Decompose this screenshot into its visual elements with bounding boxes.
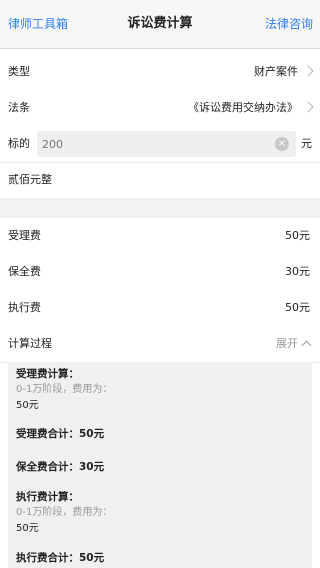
process-label: 计算过程 xyxy=(8,337,52,350)
preservation-total-block: 保全费合计：30元 xyxy=(16,459,104,475)
amount-unit: 元 xyxy=(301,137,312,150)
expand-toggle[interactable]: 展开 xyxy=(276,326,298,362)
law-row[interactable]: 法条 《诉讼费用交纳办法》 xyxy=(0,90,320,127)
process-panel: 受理费计算： 0-1万阶段，费用为： 50元 受理费合计：50元 保全费合计：3… xyxy=(8,362,312,568)
calc-total: 执行费合计：50元 xyxy=(16,552,105,564)
clear-icon[interactable]: × xyxy=(275,137,289,151)
fee-label: 保全费 xyxy=(8,265,41,278)
chevron-up-icon[interactable] xyxy=(301,340,312,351)
amount-row: 标的 × 元 xyxy=(0,126,320,163)
amount-input[interactable] xyxy=(37,131,262,157)
fee-value: 50元 xyxy=(285,301,310,314)
type-label: 类型 xyxy=(8,65,30,78)
fee-value: 50元 xyxy=(285,229,310,242)
acceptance-calc: 受理费计算： 0-1万阶段，费用为： 50元 xyxy=(16,366,112,414)
execution-calc: 执行费计算： 0-1万阶段，费用为： 50元 xyxy=(16,489,112,537)
acceptance-total-block: 受理费合计：50元 xyxy=(16,426,104,442)
calc-amount: 50元 xyxy=(16,523,39,534)
fee-value: 30元 xyxy=(285,265,310,278)
fee-row-preservation: 保全费 30元 xyxy=(0,254,320,291)
legal-consult-link[interactable]: 法律咨询 xyxy=(265,0,313,48)
calc-rule: 0-1万阶段，费用为： xyxy=(16,507,113,518)
calc-rule: 0-1万阶段，费用为： xyxy=(16,384,113,395)
chevron-right-icon xyxy=(302,65,314,77)
calc-title: 受理费计算： xyxy=(16,368,79,380)
calc-total: 受理费合计：50元 xyxy=(16,428,105,440)
law-label: 法条 xyxy=(8,101,30,114)
execution-total-block: 执行费合计：50元 xyxy=(16,550,104,566)
calc-total: 保全费合计：30元 xyxy=(16,461,105,473)
amount-in-words: 贰佰元整 xyxy=(8,173,52,186)
fee-row-acceptance: 受理费 50元 xyxy=(0,218,320,255)
type-value: 财产案件 xyxy=(254,65,298,78)
chevron-right-icon xyxy=(302,101,314,113)
calc-amount: 50元 xyxy=(16,400,39,411)
amount-label: 标的 xyxy=(8,137,30,150)
process-header[interactable]: 计算过程 展开 xyxy=(0,326,320,363)
fee-label: 执行费 xyxy=(8,301,41,314)
section-divider xyxy=(0,198,320,218)
law-value: 《诉讼费用交纳办法》 xyxy=(188,101,298,114)
amount-input-box: × xyxy=(37,131,296,157)
fee-row-execution: 执行费 50元 xyxy=(0,290,320,327)
type-row[interactable]: 类型 财产案件 xyxy=(0,54,320,91)
fee-label: 受理费 xyxy=(8,229,41,242)
nav-bar: 律师工具箱 诉讼费计算 法律咨询 xyxy=(0,0,320,49)
calc-title: 执行费计算： xyxy=(16,491,79,503)
